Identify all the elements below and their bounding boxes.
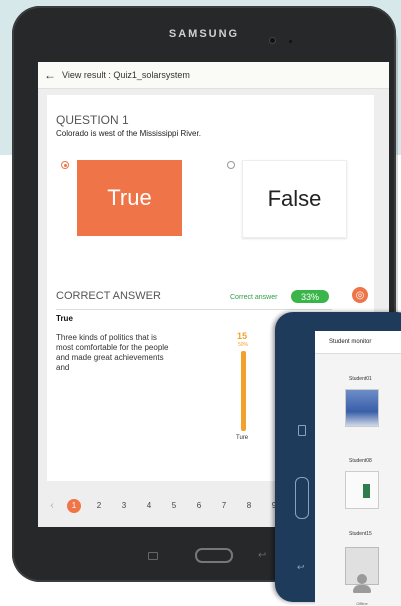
arrow-left-icon[interactable]: ← bbox=[41, 68, 59, 82]
app-title: View result : Quiz1_solarsystem bbox=[62, 70, 190, 80]
option-true-radio[interactable] bbox=[61, 161, 69, 169]
recent-apps-icon[interactable] bbox=[148, 552, 158, 560]
question-number: QUESTION 1 bbox=[56, 113, 129, 127]
front-camera bbox=[270, 38, 275, 43]
student-label: Student15 bbox=[349, 531, 372, 537]
target-icon[interactable]: ◎ bbox=[352, 287, 368, 303]
page-7[interactable]: 7 bbox=[217, 499, 231, 513]
student-monitor-screen: Student monitor Student01 Student08 Stud… bbox=[315, 331, 401, 606]
recent-apps-icon[interactable] bbox=[298, 425, 306, 436]
option-true[interactable]: True bbox=[77, 160, 182, 236]
page-4[interactable]: 4 bbox=[142, 499, 156, 513]
correct-answer-value: True bbox=[56, 314, 73, 323]
student-thumbnail[interactable] bbox=[345, 389, 379, 427]
page-3[interactable]: 3 bbox=[117, 499, 131, 513]
question-text: Colorado is west of the Mississippi Rive… bbox=[56, 129, 201, 138]
page-8[interactable]: 8 bbox=[242, 499, 256, 513]
page-5[interactable]: 5 bbox=[167, 499, 181, 513]
page-1[interactable]: 1 bbox=[67, 499, 81, 513]
sensor bbox=[289, 40, 292, 43]
option-false-radio[interactable] bbox=[227, 161, 235, 169]
home-button-icon[interactable] bbox=[195, 548, 233, 563]
avatar-body bbox=[353, 585, 371, 593]
chevron-left-icon[interactable]: ‹ bbox=[45, 499, 59, 513]
device-brand: SAMSUNG bbox=[168, 28, 240, 40]
answer-explanation: Three kinds of politics that is most com… bbox=[56, 333, 169, 372]
correct-rate-label: Correct answer bbox=[230, 294, 278, 301]
back-icon[interactable]: ↩ bbox=[297, 562, 305, 573]
offline-label: Offline bbox=[356, 601, 368, 606]
second-tablet: ↩ Student monitor Student01 Student08 St… bbox=[275, 312, 401, 606]
response-percent: 50% bbox=[238, 342, 249, 348]
page-6[interactable]: 6 bbox=[192, 499, 206, 513]
correct-answer-title: CORRECT ANSWER bbox=[56, 290, 161, 302]
option-false[interactable]: False bbox=[242, 160, 347, 238]
student-label: Student01 bbox=[349, 376, 372, 382]
monitor-title: Student monitor bbox=[315, 331, 401, 354]
student-label: Student08 bbox=[349, 458, 372, 464]
page-2[interactable]: 2 bbox=[92, 499, 106, 513]
app-bar: ← View result : Quiz1_solarsystem bbox=[38, 62, 389, 89]
avatar bbox=[357, 574, 367, 584]
response-count: 15 bbox=[237, 331, 248, 341]
response-bar bbox=[241, 351, 246, 431]
divider bbox=[56, 309, 332, 310]
back-icon[interactable]: ↩ bbox=[258, 550, 266, 561]
student-thumbnail[interactable] bbox=[345, 471, 379, 509]
device-nav-bar: ↩ bbox=[38, 540, 298, 574]
correct-rate-badge: 33% bbox=[291, 290, 329, 303]
response-bar-label: Ture bbox=[236, 435, 249, 441]
home-button-icon[interactable] bbox=[295, 477, 309, 519]
